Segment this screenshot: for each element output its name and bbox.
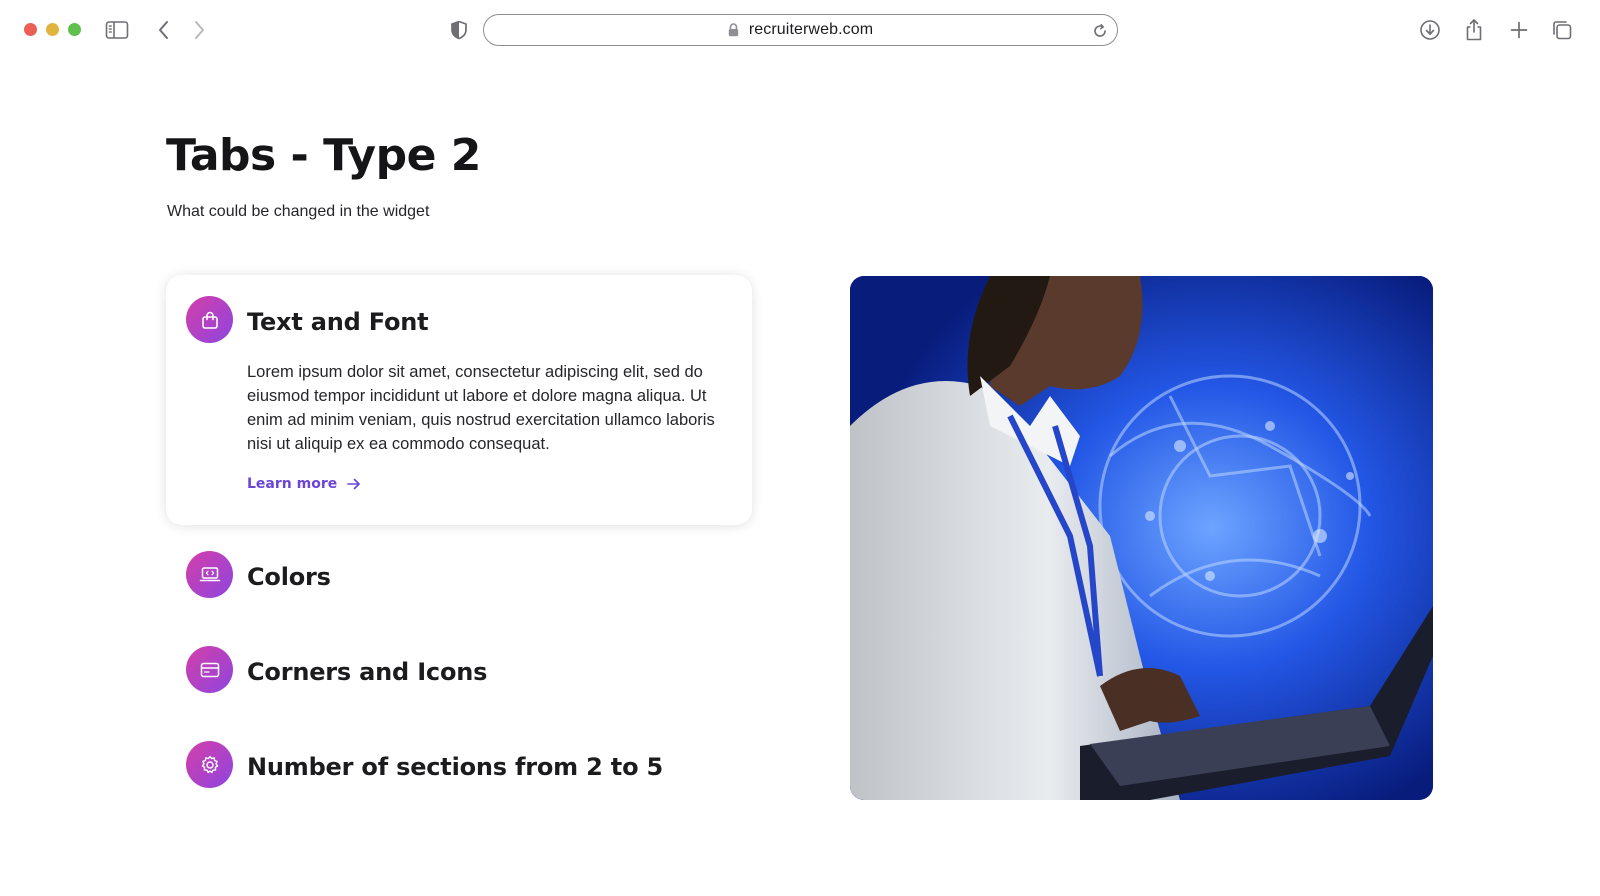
minimize-window-button[interactable] — [46, 23, 59, 36]
sidebar-icon — [105, 21, 129, 39]
zoom-window-button[interactable] — [68, 23, 81, 36]
download-icon — [1420, 20, 1440, 40]
sidebar-toggle-button[interactable] — [101, 14, 133, 46]
laptop-code-icon — [199, 566, 220, 581]
tab-title-colors[interactable]: Colors — [247, 563, 331, 591]
back-button[interactable] — [148, 14, 180, 46]
chevron-left-icon — [159, 21, 168, 39]
share-icon — [1466, 19, 1482, 41]
close-window-button[interactable] — [24, 23, 37, 36]
reload-icon — [1094, 23, 1106, 37]
reload-button[interactable] — [1091, 22, 1109, 40]
learn-more-label: Learn more — [247, 476, 338, 492]
tab-icon-text-and-font — [186, 296, 233, 343]
shield-icon — [451, 20, 467, 40]
learn-more-link[interactable]: Learn more — [247, 476, 361, 492]
tab-description: Lorem ipsum dolor sit amet, consectetur … — [247, 363, 715, 453]
forward-button[interactable] — [183, 14, 215, 46]
tab-title-number-of-sections[interactable]: Number of sections from 2 to 5 — [247, 753, 663, 781]
privacy-shield-button[interactable] — [443, 14, 475, 46]
share-button[interactable] — [1458, 14, 1490, 46]
tab-icon-colors — [186, 551, 233, 598]
page-subtitle: What could be changed in the widget — [167, 203, 430, 220]
url-text: recruiterweb.com — [748, 21, 874, 38]
downloads-button[interactable] — [1414, 14, 1446, 46]
address-bar[interactable]: recruiterweb.com — [483, 14, 1118, 46]
shopping-bag-icon — [201, 311, 218, 329]
browser-window-icon — [200, 662, 219, 677]
new-tab-button[interactable] — [1503, 14, 1535, 46]
lock-icon — [728, 23, 739, 37]
page-title: Tabs - Type 2 — [166, 130, 481, 181]
browser-toolbar: recruiterweb.com — [0, 0, 1600, 58]
tab-title-text-and-font[interactable]: Text and Font — [247, 308, 429, 336]
tab-overview-icon — [1553, 21, 1572, 40]
tab-overview-button[interactable] — [1546, 14, 1578, 46]
tab-icon-corners-and-icons — [186, 646, 233, 693]
plus-icon — [1510, 21, 1528, 39]
hero-image — [850, 276, 1433, 800]
tab-icon-number-of-sections — [186, 741, 233, 788]
gear-icon — [201, 755, 218, 773]
arrow-right-icon — [347, 478, 361, 490]
tab-title-corners-and-icons[interactable]: Corners and Icons — [247, 658, 487, 686]
chevron-right-icon — [195, 21, 204, 39]
